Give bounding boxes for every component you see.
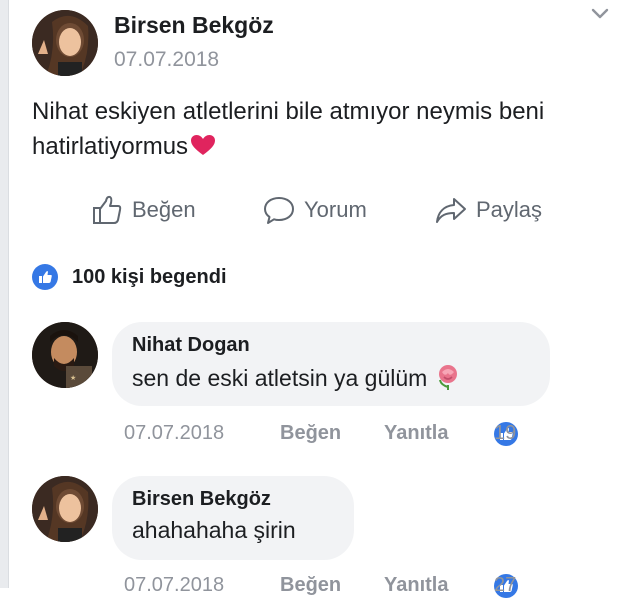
feed-left-edge xyxy=(0,0,9,588)
like-button-label: Beğen xyxy=(132,197,196,222)
comment-bubble-icon xyxy=(264,197,294,224)
post-text: Nihat eskiyen atletlerini bile atmıyor n… xyxy=(32,94,628,164)
avatar-photo: ★ xyxy=(32,322,98,388)
reactions-summary[interactable]: 100 kişi begendi xyxy=(32,264,227,290)
comment-bubble: Nihat Dogan sen de eski atletsin ya gülü… xyxy=(112,322,550,406)
svg-text:★: ★ xyxy=(70,374,76,382)
comment-button[interactable]: Yorum xyxy=(262,188,367,232)
comment-bubble: Birsen Bekgöz ahahahaha şirin xyxy=(112,476,354,560)
post-date[interactable]: 07.07.2018 xyxy=(114,48,219,72)
comment-text: ahahahaha şirin xyxy=(132,517,296,543)
comment-button-label: Yorum xyxy=(304,197,367,222)
comment-date[interactable]: 07.07.2018 xyxy=(124,422,224,445)
post-author-name[interactable]: Birsen Bekgöz xyxy=(114,12,274,39)
comment-text: sen de eski atletsin ya gülüm xyxy=(132,363,530,392)
share-button[interactable]: Paylaş xyxy=(434,188,542,232)
chevron-down-icon[interactable] xyxy=(590,6,610,22)
comment-reply-link[interactable]: Yanıtla xyxy=(384,574,448,597)
share-arrow-icon xyxy=(436,198,466,223)
reactions-summary-text: 100 kişi begendi xyxy=(72,265,227,288)
comment-like-link[interactable]: Beğen xyxy=(280,422,341,445)
comment-like-link[interactable]: Beğen xyxy=(280,574,341,597)
share-button-label: Paylaş xyxy=(476,197,543,222)
comment-author-name[interactable]: Birsen Bekgöz xyxy=(132,488,334,511)
comment-author-name[interactable]: Nihat Dogan xyxy=(132,334,530,357)
comment-author-avatar[interactable]: ★ xyxy=(32,322,98,388)
avatar-photo xyxy=(32,476,98,542)
comment-date[interactable]: 07.07.2018 xyxy=(124,574,224,597)
post-action-bar: Beğen Yorum Paylaş xyxy=(0,188,635,232)
avatar-photo xyxy=(32,10,98,76)
comment-reply-link[interactable]: Yanıtla xyxy=(384,422,448,445)
post-author-avatar[interactable] xyxy=(32,10,98,76)
comment-like-count-value: 19 xyxy=(494,422,517,444)
thumbs-up-icon xyxy=(93,195,122,224)
like-reaction-icon xyxy=(32,264,58,290)
comment-like-count-value: 27 xyxy=(494,574,517,596)
heart-emoji-icon xyxy=(191,135,216,155)
rose-emoji-icon xyxy=(439,365,458,390)
comment-author-avatar[interactable] xyxy=(32,476,98,542)
post-text-content: Nihat eskiyen atletlerini bile atmıyor n… xyxy=(32,98,545,160)
like-button[interactable]: Beğen xyxy=(90,188,196,232)
comment-text-content: sen de eski atletsin ya gülüm xyxy=(132,365,428,391)
